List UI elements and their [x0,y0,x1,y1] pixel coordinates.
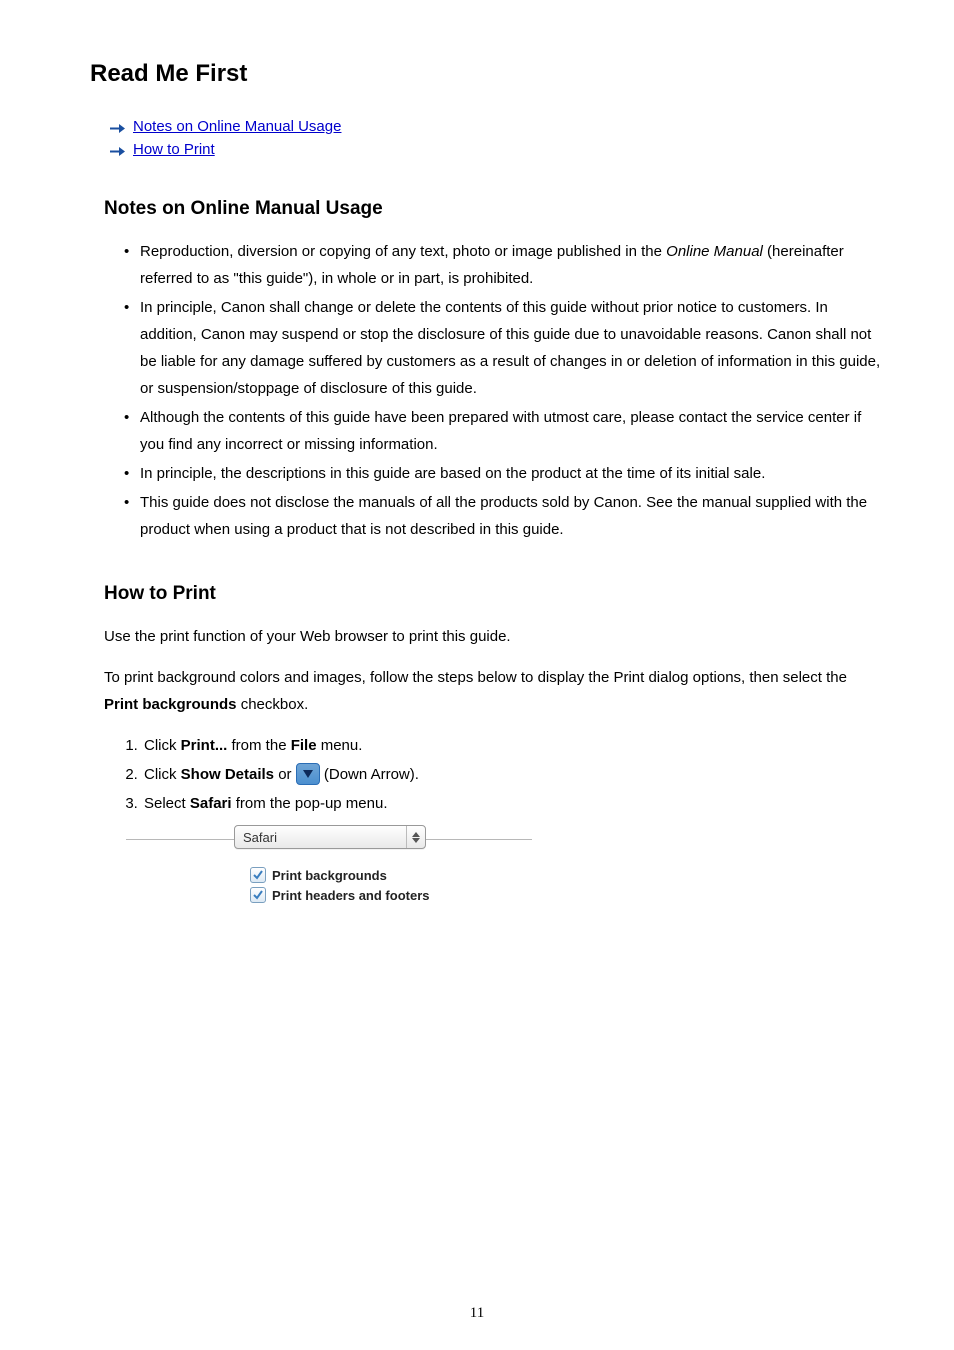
bold-text: Print backgrounds [104,696,237,713]
paragraph: To print background colors and images, f… [104,664,884,718]
popup-menu-safari[interactable]: Safari [234,825,426,849]
text: Click [144,737,181,754]
text: Click [144,766,181,783]
emphasis: Online Manual [666,243,763,260]
text: from the [227,737,290,754]
text: Select [144,795,190,812]
bold-text: Show Details [181,766,274,783]
anchor-link-row: How to Print [110,141,884,158]
safari-print-panel: Safari Print backgrounds Print headers a… [126,825,546,903]
text: Reproduction, diversion or copying of an… [140,243,666,260]
anchor-link-list: Notes on Online Manual Usage How to Prin… [110,118,884,158]
list-item: In principle, Canon shall change or dele… [124,294,884,402]
checkbox-label: Print headers and footers [272,888,429,903]
text: menu. [317,737,363,754]
notes-list: Reproduction, diversion or copying of an… [124,238,884,543]
checkbox-print-headers-footers[interactable] [250,887,266,903]
checkbox-row: Print headers and footers [250,887,546,903]
text: To print background colors and images, f… [104,669,847,686]
link-how-to-print[interactable]: How to Print [133,141,215,158]
list-item: Click Show Details or (Down Arrow). [142,761,884,788]
select-value: Safari [235,830,406,845]
list-item: In principle, the descriptions in this g… [124,460,884,487]
section-heading-notes: Notes on Online Manual Usage [104,198,884,220]
panel-legend: Safari [234,825,426,849]
steps-list: Click Print... from the File menu. Click… [124,732,884,817]
list-item: Click Print... from the File menu. [142,732,884,759]
list-item: Although the contents of this guide have… [124,404,884,458]
checkbox-group: Print backgrounds Print headers and foot… [250,867,546,903]
arrow-right-icon [110,121,125,132]
bold-text: Print... [181,737,228,754]
list-item: Reproduction, diversion or copying of an… [124,238,884,292]
text: or [274,766,296,783]
paragraph: Use the print function of your Web brows… [104,623,884,650]
page-title: Read Me First [90,60,884,88]
checkbox-row: Print backgrounds [250,867,546,883]
text: (Down Arrow). [324,766,419,783]
link-notes-usage[interactable]: Notes on Online Manual Usage [133,118,341,135]
text: checkbox. [237,696,309,713]
bold-text: Safari [190,795,232,812]
bold-text: File [291,737,317,754]
down-arrow-icon [296,763,320,785]
list-item: Select Safari from the pop-up menu. [142,790,884,817]
anchor-link-row: Notes on Online Manual Usage [110,118,884,135]
select-arrows-icon [406,826,425,848]
text: from the pop-up menu. [232,795,388,812]
checkbox-print-backgrounds[interactable] [250,867,266,883]
checkbox-label: Print backgrounds [272,868,387,883]
list-item: This guide does not disclose the manuals… [124,489,884,543]
divider-gap [532,837,546,841]
section-heading-print: How to Print [104,583,884,605]
page-number: 11 [0,1305,954,1322]
arrow-right-icon [110,144,125,155]
